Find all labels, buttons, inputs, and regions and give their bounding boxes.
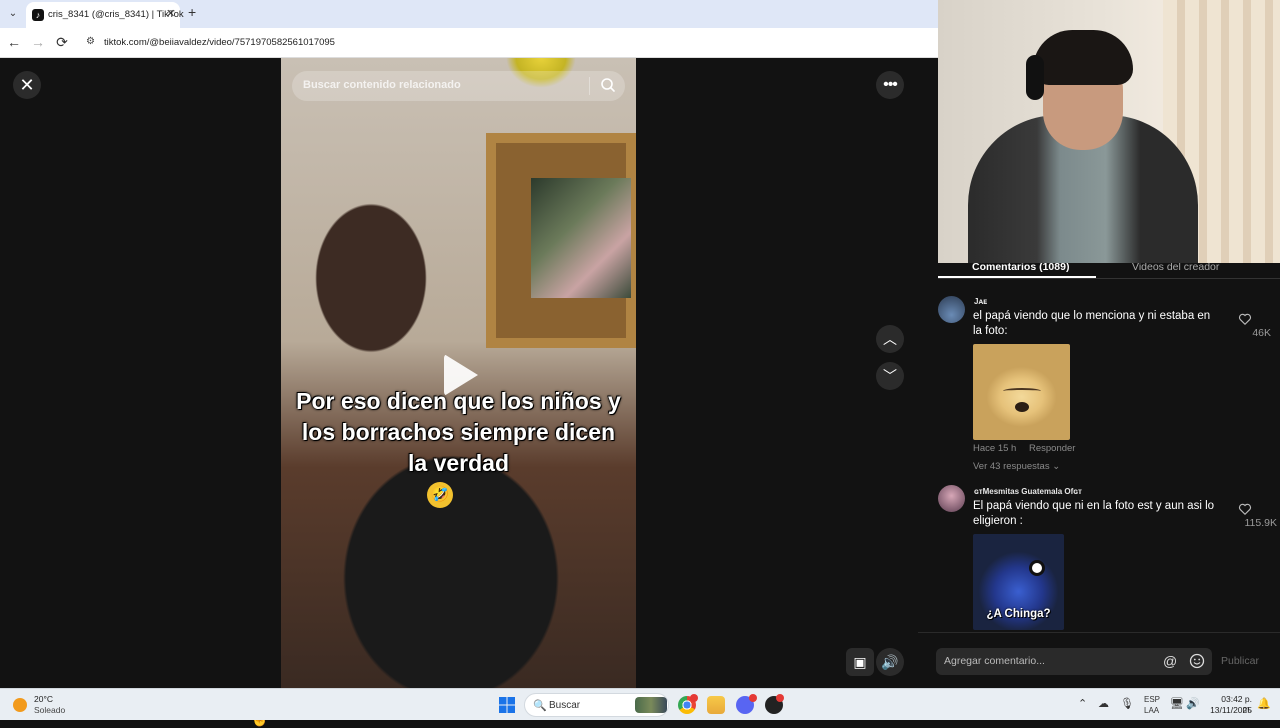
volume-button[interactable]: 🔊 (876, 648, 904, 676)
reload-button[interactable]: ⟳ (53, 34, 71, 51)
url-field[interactable]: ⚙ tiktok.com/@beiiavaldez/video/75719705… (82, 31, 932, 55)
input-divider (918, 632, 1280, 633)
comment-username[interactable]: Jᴀᴇ (974, 297, 987, 306)
weather-description[interactable]: Soleado (34, 705, 65, 715)
comment-sticker-image[interactable]: ¿A Chinga? (973, 534, 1064, 630)
sticker-dog-eyes (1003, 388, 1041, 394)
comment-text: el papá viendo que lo menciona y ni esta… (973, 310, 1211, 337)
webcam-person-hair (1033, 30, 1133, 85)
forward-button[interactable]: → (29, 34, 47, 50)
comment-text: El papá viendo que ni en la foto est y a… (973, 500, 1215, 527)
search-icon[interactable] (600, 77, 616, 93)
sticker-dog-nose (1015, 402, 1029, 412)
like-count: 115.9K (1244, 517, 1278, 529)
related-search-bar[interactable]: Buscar contenido relacionado (292, 71, 625, 101)
reply-button[interactable]: Responder (1029, 443, 1075, 454)
tab-divider (938, 278, 1280, 279)
windows-start-icon[interactable] (499, 697, 515, 713)
site-info-icon[interactable]: ⚙ (86, 36, 95, 47)
sticker-penguin-eye (1029, 560, 1045, 576)
video-content-photo (531, 178, 631, 298)
back-button[interactable]: ← (5, 34, 23, 50)
microphone-icon[interactable]: 🎙 (1120, 697, 1134, 710)
tab-search-dropdown[interactable]: ⌄ (4, 5, 22, 23)
new-tab-button[interactable]: + (188, 4, 196, 20)
avatar[interactable] (938, 485, 965, 512)
address-bar: ← → ⟳ ⚙ tiktok.com/@beiiavaldez/video/75… (0, 28, 938, 58)
search-divider (589, 77, 590, 95)
onedrive-icon[interactable]: ☁ (1098, 697, 1109, 710)
heart-icon[interactable] (1238, 312, 1252, 326)
sun-icon[interactable] (13, 698, 27, 712)
video-caption: Por eso dicen que los niños y los borrac… (296, 388, 621, 476)
miniplayer-button[interactable]: ▣ (846, 648, 874, 676)
clock-date[interactable]: 13/11/2025 (1208, 705, 1252, 715)
notification-badge (749, 694, 757, 702)
heart-icon[interactable] (1238, 502, 1252, 516)
tab-close-icon[interactable]: ✕ (166, 7, 175, 20)
keyboard-layout-indicator[interactable]: LAA (1144, 706, 1159, 715)
search-icon: 🔍 (533, 700, 547, 712)
next-video-button[interactable]: ﹀ (876, 362, 904, 390)
emoji-icon[interactable] (1189, 653, 1205, 669)
active-tab-indicator (938, 276, 1096, 278)
notifications-icon[interactable]: 🔔 (1257, 697, 1271, 710)
comment-username[interactable]: ɢᴛMesmitas Guatemala Ofɢᴛ (974, 487, 1082, 496)
view-replies-button[interactable]: Ver 43 respuestas ⌄ (973, 461, 1060, 472)
comment-timestamp: Hace 15 h (973, 443, 1017, 454)
taskbar: 20°C Soleado 🔍 Buscar ⌃ ☁ 🎙 ESP LAA 🖥 🔊 … (0, 688, 1280, 720)
avatar[interactable] (938, 296, 965, 323)
tab-bar: ⌄ ♪ cris_8341 (@cris_8341) | TikTok ✕ + (0, 0, 938, 28)
post-comment-button[interactable]: Publicar (1221, 655, 1259, 667)
network-icon[interactable]: 🖥 (1170, 697, 1184, 710)
close-video-button[interactable]: ✕ (13, 71, 41, 99)
laughing-emoji-icon: 🤣 (427, 482, 453, 508)
language-indicator[interactable]: ESP (1144, 695, 1160, 704)
related-search-placeholder: Buscar contenido relacionado (303, 79, 461, 91)
comment-sticker-image[interactable] (973, 344, 1070, 440)
url-text[interactable]: tiktok.com/@beiiavaldez/video/7571970582… (104, 37, 335, 48)
video-player[interactable]: Buscar contenido relacionado Por eso dic… (281, 58, 636, 688)
more-options-button[interactable]: ••• (876, 71, 904, 99)
sticker-caption: ¿A Chinga? (986, 608, 1051, 620)
previous-video-button[interactable]: ︿ (876, 325, 904, 353)
browser-tab[interactable]: ♪ cris_8341 (@cris_8341) | TikTok ✕ (26, 2, 184, 28)
webcam-overlay (938, 0, 1280, 263)
headset-icon (1026, 55, 1044, 100)
video-page: ✕ Buscar contenido relacionado Por eso d… (0, 58, 938, 727)
comment-input[interactable]: Agregar comentario... @ (936, 648, 1212, 675)
notification-badge (690, 694, 698, 702)
weather-temperature[interactable]: 20°C (34, 694, 53, 704)
file-explorer-icon[interactable] (707, 696, 725, 714)
taskbar-search[interactable]: 🔍 Buscar (524, 693, 669, 717)
tiktok-favicon-icon: ♪ (32, 9, 44, 21)
like-count: 46K (1252, 327, 1271, 339)
taskbar-search-label: Buscar (549, 700, 581, 711)
mention-icon[interactable]: @ (1163, 653, 1177, 669)
search-highlight-image (635, 697, 667, 713)
recording-badge (776, 694, 784, 702)
comment-input-placeholder: Agregar comentario... (944, 655, 1045, 667)
tab-title: cris_8341 (@cris_8341) | TikTok (48, 9, 184, 20)
tray-overflow-icon[interactable]: ⌃ (1078, 697, 1087, 710)
volume-icon[interactable]: 🔊 (1186, 697, 1200, 710)
